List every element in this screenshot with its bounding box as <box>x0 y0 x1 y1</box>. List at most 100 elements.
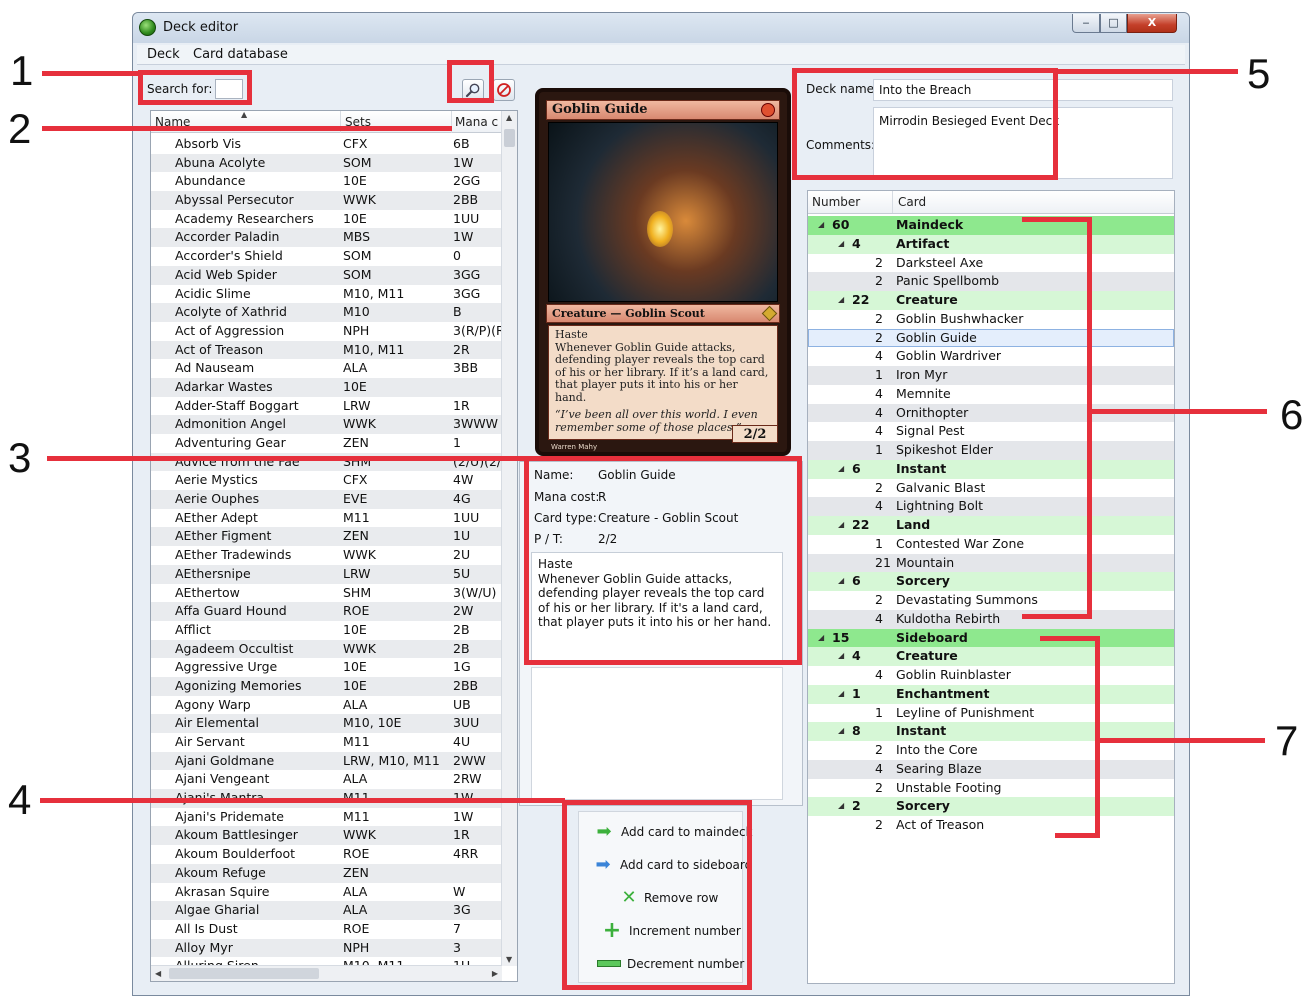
deck-card-row[interactable]: 2 Unstable Footing <box>808 779 1174 798</box>
deck-card-row[interactable]: 4 Goblin Wardriver <box>808 347 1174 366</box>
tree-expander-icon[interactable]: ◢ <box>818 216 824 235</box>
deck-card-row[interactable]: 1 Contested War Zone <box>808 535 1174 554</box>
deck-type-row[interactable]: ◢ 4 Creature <box>808 647 1174 666</box>
deck-type-row[interactable]: ◢ 6 Sorcery <box>808 572 1174 591</box>
deck-card-row[interactable]: 21 Mountain <box>808 553 1174 573</box>
deck-card-row[interactable]: 1 Iron Myr <box>808 366 1174 385</box>
tree-expander-icon[interactable]: ◢ <box>818 629 824 648</box>
card-list-vertical-scrollbar[interactable]: ▲ ▼ <box>501 111 517 966</box>
deck-card-row[interactable]: 2 Act of Treason <box>808 816 1174 835</box>
card-list-row[interactable]: Ajani Goldmane LRW, M10, M11 2WW <box>151 751 502 771</box>
scroll-left-icon[interactable]: ◀ <box>155 969 161 978</box>
deck-tree[interactable]: Number Card ◢ 60 Maindeck ◢ 4 Artifact 2 Darkst… <box>807 190 1175 984</box>
card-list-row[interactable]: Acidic Slime M10, M11 3GG <box>151 285 502 304</box>
close-button[interactable]: X <box>1127 14 1177 33</box>
minimize-button[interactable]: ‒ <box>1072 14 1100 33</box>
deck-type-row[interactable]: ◢ 1 Enchantment <box>808 684 1174 704</box>
card-list-row[interactable]: Agadeem Occultist WWK 2B <box>151 639 502 659</box>
card-list-row[interactable]: Akoum Boulderfoot ROE 4RR <box>151 845 502 864</box>
card-list-horizontal-scrollbar[interactable]: ◀ ▶ <box>151 965 502 981</box>
card-list-row[interactable]: Acid Web Spider SOM 3GG <box>151 265 502 285</box>
tree-expander-icon[interactable]: ◢ <box>838 235 844 254</box>
column-mana-cost[interactable]: Mana c <box>455 115 498 129</box>
card-list-row[interactable]: Air Servant M11 4U <box>151 733 502 752</box>
card-list-row[interactable]: Abundance 10E 2GG <box>151 172 502 191</box>
tree-expander-icon[interactable]: ◢ <box>838 460 844 479</box>
card-database-list[interactable]: Name ▲ Sets Mana c Absorb Vis CFX 6B Abuna … <box>150 110 518 982</box>
tree-expander-icon[interactable]: ◢ <box>838 647 844 666</box>
deck-type-row[interactable]: ◢ 2 Sorcery <box>808 797 1174 816</box>
card-list-row[interactable]: Acolyte of Xathrid M10 B <box>151 303 502 322</box>
card-list-row[interactable]: Academy Researchers 10E 1UU <box>151 210 502 229</box>
card-list-row[interactable]: All Is Dust ROE 7 <box>151 920 502 939</box>
deck-card-row[interactable]: 4 Searing Blaze <box>808 759 1174 779</box>
card-list-row[interactable]: Abuna Acolyte SOM 1W <box>151 153 502 173</box>
deck-zone-row[interactable]: ◢ 60 Maindeck <box>808 216 1174 235</box>
card-list-row[interactable]: AEthersnipe LRW 5U <box>151 564 502 584</box>
tree-expander-icon[interactable]: ◢ <box>838 516 844 535</box>
card-list-row[interactable]: AEther Tradewinds WWK 2U <box>151 546 502 565</box>
column-number[interactable]: Number <box>812 195 860 209</box>
deck-type-row[interactable]: ◢ 6 Instant <box>808 459 1174 479</box>
card-list-row[interactable]: Air Elemental M10, 10E 3UU <box>151 714 502 733</box>
deck-type-row[interactable]: ◢ 4 Artifact <box>808 234 1174 254</box>
scroll-right-icon[interactable]: ▶ <box>492 969 498 978</box>
card-list-row[interactable]: Admonition Angel WWK 3WWW <box>151 415 502 434</box>
card-list-row[interactable]: Agony Warp ALA UB <box>151 696 502 715</box>
card-list-row[interactable]: Ajani's Pridemate M11 1W <box>151 808 502 827</box>
card-list-row[interactable]: Absorb Vis CFX 6B <box>151 135 502 154</box>
deck-zone-row[interactable]: ◢ 15 Sideboard <box>808 628 1174 648</box>
maximize-button[interactable]: □ <box>1100 14 1127 33</box>
deck-card-row[interactable]: 4 Kuldotha Rebirth <box>808 609 1174 629</box>
card-list-row[interactable]: Adarkar Wastes 10E <box>151 377 502 397</box>
scroll-down-icon[interactable]: ▼ <box>506 955 512 964</box>
card-list-row[interactable]: Adventuring Gear ZEN 1 <box>151 434 502 453</box>
clear-search-button[interactable] <box>493 79 515 101</box>
card-list-row[interactable]: Algae Gharial ALA 3G <box>151 901 502 920</box>
card-list-row[interactable]: AEther Figment ZEN 1U <box>151 527 502 547</box>
tree-expander-icon[interactable]: ◢ <box>838 722 844 741</box>
deck-card-row[interactable]: 2 Panic Spellbomb <box>808 272 1174 291</box>
deck-card-row[interactable]: 4 Memnite <box>808 385 1174 404</box>
card-list-row[interactable]: Akoum Refuge ZEN <box>151 863 502 883</box>
card-list-row[interactable]: Alloy Myr NPH 3 <box>151 938 502 958</box>
menu-card-database[interactable]: Card database <box>193 47 288 62</box>
card-list-row[interactable]: Akrasan Squire ALA W <box>151 883 502 902</box>
card-list-row[interactable]: Act of Treason M10, M11 2R <box>151 340 502 360</box>
card-list-row[interactable]: Aggressive Urge 10E 1G <box>151 658 502 677</box>
card-list-row[interactable]: Ad Nauseam ALA 3BB <box>151 359 502 378</box>
scroll-thumb[interactable] <box>504 129 515 147</box>
card-list-row[interactable]: AEther Adept M11 1UU <box>151 509 502 528</box>
deck-type-row[interactable]: ◢ 22 Land <box>808 516 1174 535</box>
deck-card-row[interactable]: 4 Lightning Bolt <box>808 497 1174 516</box>
card-list-row[interactable]: Affa Guard Hound ROE 2W <box>151 602 502 621</box>
card-list-row[interactable]: Adder-Staff Boggart LRW 1R <box>151 397 502 416</box>
deck-card-row[interactable]: 1 Leyline of Punishment <box>808 704 1174 723</box>
card-list-row[interactable]: AEthertow SHM 3(W/U) <box>151 584 502 603</box>
tree-expander-icon[interactable]: ◢ <box>838 572 844 591</box>
deck-card-row[interactable]: 2 Devastating Summons <box>808 591 1174 610</box>
deck-card-row[interactable]: 2 Into the Core <box>808 741 1174 760</box>
card-list-row[interactable]: Accorder Paladin MBS 1W <box>151 228 502 248</box>
card-list-row[interactable]: Akoum Battlesinger WWK 1R <box>151 826 502 846</box>
tree-expander-icon[interactable]: ◢ <box>838 291 844 310</box>
deck-card-row[interactable]: 4 Goblin Ruinblaster <box>808 666 1174 685</box>
column-card[interactable]: Card <box>898 195 926 209</box>
card-list-row[interactable]: Agonizing Memories 10E 2BB <box>151 676 502 696</box>
menu-deck[interactable]: Deck <box>147 47 180 62</box>
deck-card-row[interactable]: 1 Spikeshot Elder <box>808 441 1174 460</box>
tree-expander-icon[interactable]: ◢ <box>838 797 844 816</box>
deck-type-row[interactable]: ◢ 22 Creature <box>808 291 1174 310</box>
card-list-row[interactable]: Aerie Mystics CFX 4W <box>151 471 502 490</box>
tree-expander-icon[interactable]: ◢ <box>838 685 844 704</box>
deck-card-row[interactable]: 2 Goblin Bushwhacker <box>808 310 1174 329</box>
deck-card-row[interactable]: 2 Darksteel Axe <box>808 254 1174 273</box>
scroll-thumb-horizontal[interactable] <box>169 968 319 979</box>
scroll-up-icon[interactable]: ▲ <box>506 113 512 122</box>
card-list-row[interactable]: Ajani Vengeant ALA 2RW <box>151 770 502 789</box>
card-list-row[interactable]: Abyssal Persecutor WWK 2BB <box>151 191 502 210</box>
deck-card-row[interactable]: 2 Goblin Guide <box>808 328 1174 348</box>
deck-card-row[interactable]: 4 Signal Pest <box>808 422 1174 441</box>
card-list-row[interactable]: Accorder's Shield SOM 0 <box>151 247 502 266</box>
card-list-row[interactable]: Act of Aggression NPH 3(R/P)(R/P) <box>151 322 502 341</box>
